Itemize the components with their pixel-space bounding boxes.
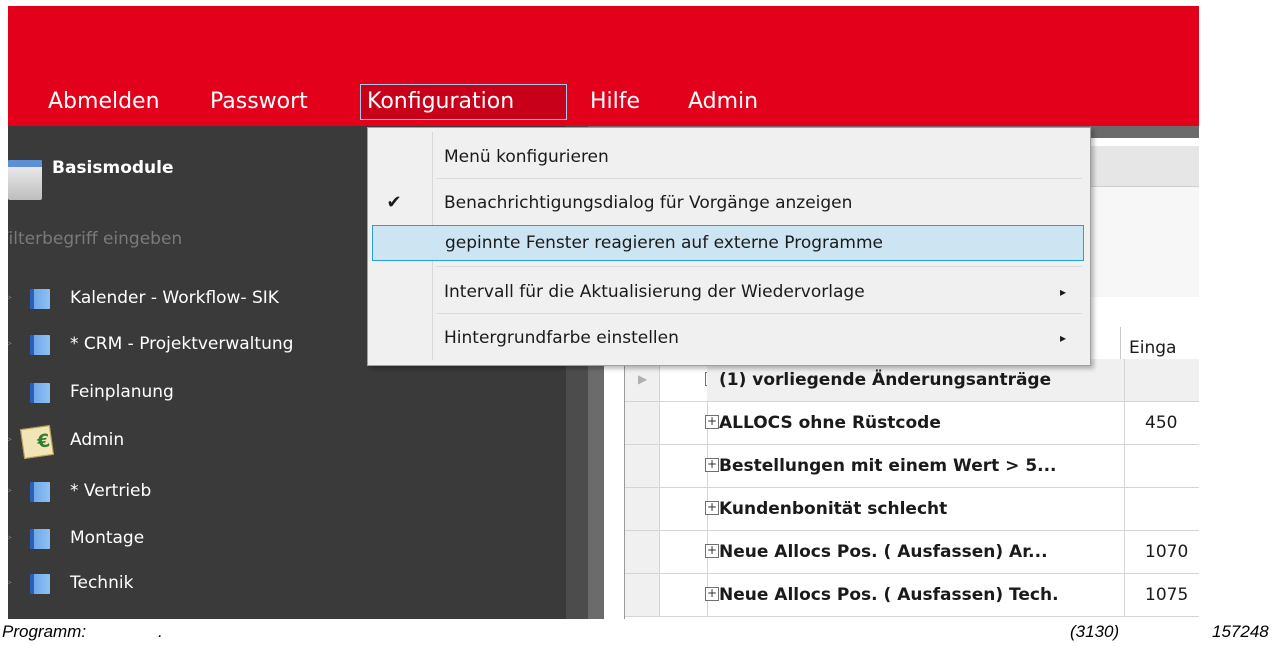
row-selector[interactable] [625,402,660,444]
table-row[interactable]: + ALLOCS ohne Rüstcode 450 [625,402,1199,445]
sidebar-item-label: Kalender - Workflow- SIK [70,288,279,308]
status-program-label: Programm: [2,622,87,641]
row-value: 1075 [1145,585,1189,605]
sidebar-item-label: Feinplanung [70,382,174,402]
menu-item-label: Hintergrundfarbe einstellen [444,328,679,348]
table-row[interactable]: + Neue Allocs Pos. ( Ausfassen) Ar... 10… [625,531,1199,574]
table-row[interactable]: + Bestellungen mit einem Wert > 5... [625,445,1199,488]
folder-icon [30,529,50,549]
menu-passwort[interactable]: Passwort [204,84,314,120]
sidebar-item-label: Technik [70,573,134,593]
menu-item-intervall-aktualisierung[interactable]: Intervall für die Aktualisierung der Wie… [372,274,1084,310]
row-name: Kundenbonität schlecht [707,488,1125,530]
row-value [1125,359,1199,401]
row-name: Bestellungen mit einem Wert > 5... [707,445,1125,487]
row-name: Neue Allocs Pos. ( Ausfassen) Tech. [707,574,1125,616]
table-row[interactable]: + Kundenbonität schlecht [625,488,1199,531]
konfiguration-dropdown-menu: Menü konfigurieren ✔ Benachrichtigungsdi… [367,127,1091,366]
row-selector[interactable] [625,574,660,616]
row-selector[interactable] [625,488,660,530]
menu-hilfe[interactable]: Hilfe [584,84,646,120]
status-code: (3130) [1070,622,1120,641]
folder-icon [30,383,50,403]
sidebar-item-label: Admin [70,430,125,450]
menu-item-hintergrundfarbe[interactable]: Hintergrundfarbe einstellen ▸ [372,320,1084,356]
menu-item-label: Benachrichtigungsdialog für Vorgänge anz… [444,193,853,213]
submenu-arrow-icon: ▸ [1059,285,1066,299]
row-value [1125,445,1199,487]
folder-icon [30,335,50,355]
sidebar-item-label: Montage [70,528,145,548]
menu-konfiguration[interactable]: Konfiguration [360,84,567,120]
menu-separator [436,178,1082,179]
menu-separator [436,266,1082,267]
row-selector[interactable] [625,531,660,573]
menu-abmelden[interactable]: Abmelden [42,84,166,120]
sidebar-item-label: * CRM - Projektverwaltung [70,334,294,354]
menu-item-label: gepinnte Fenster reagieren auf externe P… [445,233,884,253]
expand-arrow-icon[interactable]: ▷ [8,425,14,455]
sidebar-header-label: Basismodule [52,158,174,178]
menu-bar: Abmelden Passwort Konfiguration Hilfe Ad… [8,6,1199,126]
folder-icon [30,574,50,594]
status-program-value: . [158,622,163,641]
sidebar-item-label: * Vertrieb [70,481,152,501]
row-value: 450 [1145,413,1178,433]
admin-icon [20,425,54,459]
expand-arrow-icon[interactable]: ▷ [8,476,14,506]
status-bar: Programm: . (3130) 157248 [0,622,1279,646]
row-name: ALLOCS ohne Rüstcode [707,402,1125,444]
row-pointer-icon: ▶ [638,372,648,386]
menu-admin[interactable]: Admin [682,84,764,120]
expand-arrow-icon[interactable]: ▷ [8,568,14,598]
menu-item-gepinnte-fenster[interactable]: gepinnte Fenster reagieren auf externe P… [372,225,1084,261]
menu-item-label: Menü konfigurieren [444,147,609,167]
expand-arrow-icon[interactable]: ▷ [8,523,14,553]
table-row[interactable]: + Neue Allocs Pos. ( Ausfassen) Tech. 10… [625,574,1199,617]
module-window-icon [8,160,42,200]
app-window: Abmelden Passwort Konfiguration Hilfe Ad… [8,6,1199,619]
menu-item-label: Intervall für die Aktualisierung der Wie… [444,282,865,302]
row-selector[interactable] [625,445,660,487]
status-number: 157248 [1212,622,1269,641]
checkmark-icon: ✔ [386,192,402,213]
row-name: Neue Allocs Pos. ( Ausfassen) Ar... [707,531,1125,573]
row-value [1125,488,1199,530]
folder-icon [30,289,50,309]
submenu-arrow-icon: ▸ [1059,331,1066,345]
expand-arrow-icon[interactable]: ▷ [8,329,14,359]
menu-separator [436,313,1082,314]
row-value: 1070 [1145,542,1189,562]
menu-item-benachrichtigungsdialog[interactable]: ✔ Benachrichtigungsdialog für Vorgänge a… [372,185,1084,221]
expand-arrow-icon[interactable]: ▷ [8,283,14,313]
folder-icon [30,482,50,502]
menu-item-menue-konfigurieren[interactable]: Menü konfigurieren [372,139,1084,175]
